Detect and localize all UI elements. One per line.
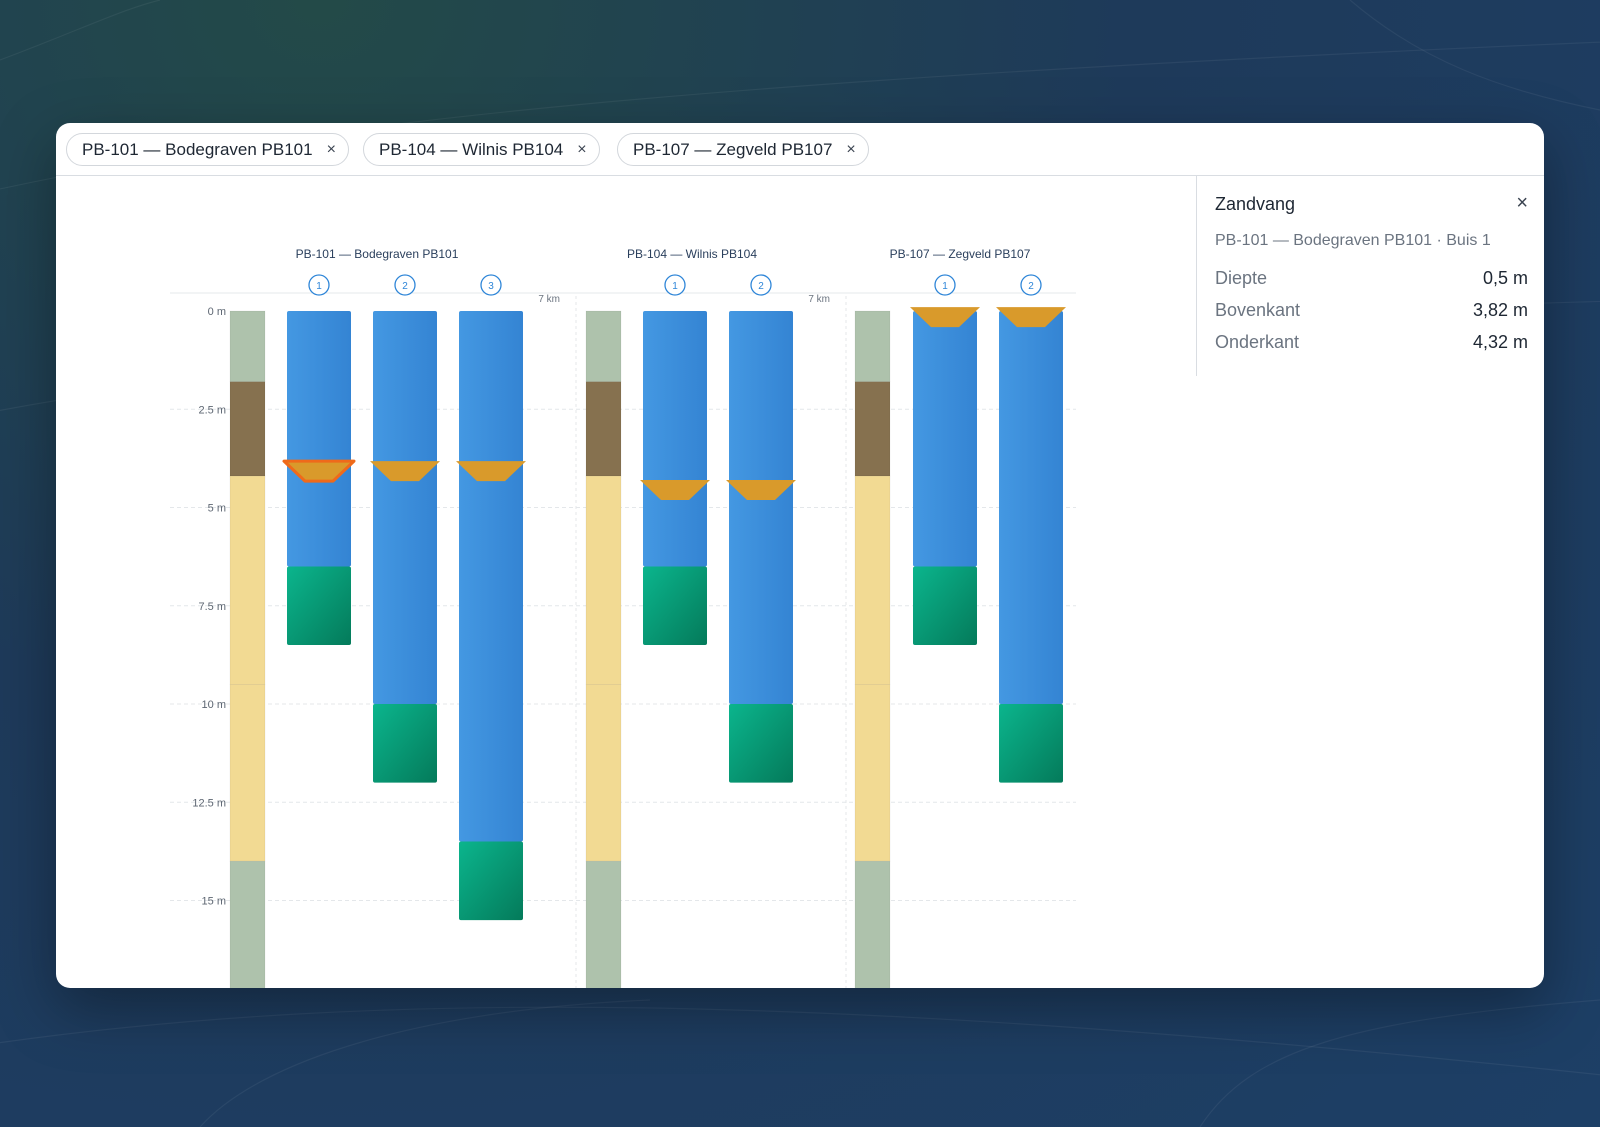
well-number-label: 2 xyxy=(758,281,764,292)
tab-label: PB-104 — Wilnis PB104 xyxy=(379,139,564,159)
close-icon[interactable]: × xyxy=(1516,192,1528,215)
soil-layer-sand xyxy=(585,684,622,862)
group-title: PB-101 — Bodegraven PB101 xyxy=(296,247,459,261)
well-pipe xyxy=(913,311,977,567)
panel-row-diepte: Diepte 0,5 m xyxy=(1215,268,1528,292)
well-number-label: 3 xyxy=(488,281,494,292)
well-number-label: 1 xyxy=(672,281,678,292)
soil-layer-sand xyxy=(229,475,266,685)
app-window: PB-101 — Bodegraven PB101 × PB-104 — Wil… xyxy=(56,123,1544,988)
detail-panel: Zandvang × PB-101 — Bodegraven PB101 · B… xyxy=(1196,176,1544,376)
tab-pb-104[interactable]: PB-104 — Wilnis PB104 × xyxy=(363,133,600,166)
soil-layer-peat xyxy=(854,381,891,477)
y-tick-label: 7.5 m xyxy=(198,601,226,613)
y-tick-label: 0 m xyxy=(208,306,226,318)
soil-layer-peat xyxy=(585,381,622,477)
well-number-label: 2 xyxy=(402,281,408,292)
y-tick-label: 2.5 m xyxy=(198,404,226,416)
soil-layer-sand xyxy=(585,475,622,685)
well-number-label: 1 xyxy=(942,281,948,292)
well-filter xyxy=(729,704,793,783)
well-pipe xyxy=(729,311,793,704)
panel-row-bovenkant: Bovenkant 3,82 m xyxy=(1215,300,1528,324)
well-filter xyxy=(643,566,707,646)
row-label: Bovenkant xyxy=(1215,300,1301,320)
soil-layer-sand xyxy=(854,475,891,685)
group-title: PB-104 — Wilnis PB104 xyxy=(627,247,757,261)
y-tick-label: 5 m xyxy=(208,503,226,515)
soil-layer-peat xyxy=(229,381,266,477)
panel-row-onderkant: Onderkant 4,32 m xyxy=(1215,332,1528,356)
soil-layer-clay xyxy=(854,860,891,988)
well-pipe xyxy=(459,311,523,842)
well-number-label: 1 xyxy=(316,281,322,292)
row-value: 3,82 m xyxy=(1472,300,1528,320)
tab-bar: PB-101 — Bodegraven PB101 × PB-104 — Wil… xyxy=(56,123,1544,176)
chart-svg: 0 m2.5 m5 m7.5 m10 m12.5 m15 m17.5 m7 km… xyxy=(170,247,1076,988)
row-value: 0,5 m xyxy=(1482,268,1528,288)
well-pipe xyxy=(287,311,351,567)
panel-subtitle: PB-101 — Bodegraven PB101 · Buis 1 xyxy=(1215,232,1491,249)
well-pipe xyxy=(373,311,437,704)
soil-layer-clay xyxy=(585,310,622,383)
soil-layer-clay xyxy=(585,860,622,988)
distance-label: 7 km xyxy=(808,294,830,305)
group-title: PB-107 — Zegveld PB107 xyxy=(890,247,1031,261)
tab-pb-101[interactable]: PB-101 — Bodegraven PB101 × xyxy=(66,133,349,166)
close-icon[interactable]: × xyxy=(327,141,336,159)
close-icon[interactable]: × xyxy=(846,141,855,159)
y-tick-label: 12.5 m xyxy=(192,797,226,809)
well-diagram-chart: 0 m2.5 m5 m7.5 m10 m12.5 m15 m17.5 m7 km… xyxy=(56,176,1196,988)
soil-layer-clay xyxy=(229,310,266,383)
well-number-label: 2 xyxy=(1028,281,1034,292)
well-filter xyxy=(999,704,1063,783)
row-label: Onderkant xyxy=(1215,332,1300,352)
tab-pb-107[interactable]: PB-107 — Zegveld PB107 × xyxy=(617,133,869,166)
well-pipe xyxy=(999,311,1063,704)
well-filter xyxy=(287,566,351,646)
close-icon[interactable]: × xyxy=(577,141,586,159)
soil-layer-sand xyxy=(229,684,266,862)
tab-label: PB-107 — Zegveld PB107 xyxy=(633,139,833,159)
y-tick-label: 10 m xyxy=(202,699,226,711)
well-pipe xyxy=(643,311,707,567)
row-label: Diepte xyxy=(1215,268,1268,288)
row-value: 4,32 m xyxy=(1472,332,1528,352)
soil-layer-clay xyxy=(229,860,266,988)
soil-layer-clay xyxy=(854,310,891,383)
y-tick-label: 15 m xyxy=(202,896,226,908)
soil-layer-sand xyxy=(854,684,891,862)
tab-label: PB-101 — Bodegraven PB101 xyxy=(82,139,313,159)
well-filter xyxy=(913,566,977,646)
distance-label: 7 km xyxy=(538,294,560,305)
well-filter xyxy=(459,841,523,921)
well-filter xyxy=(373,704,437,783)
panel-title: Zandvang xyxy=(1215,194,1296,214)
